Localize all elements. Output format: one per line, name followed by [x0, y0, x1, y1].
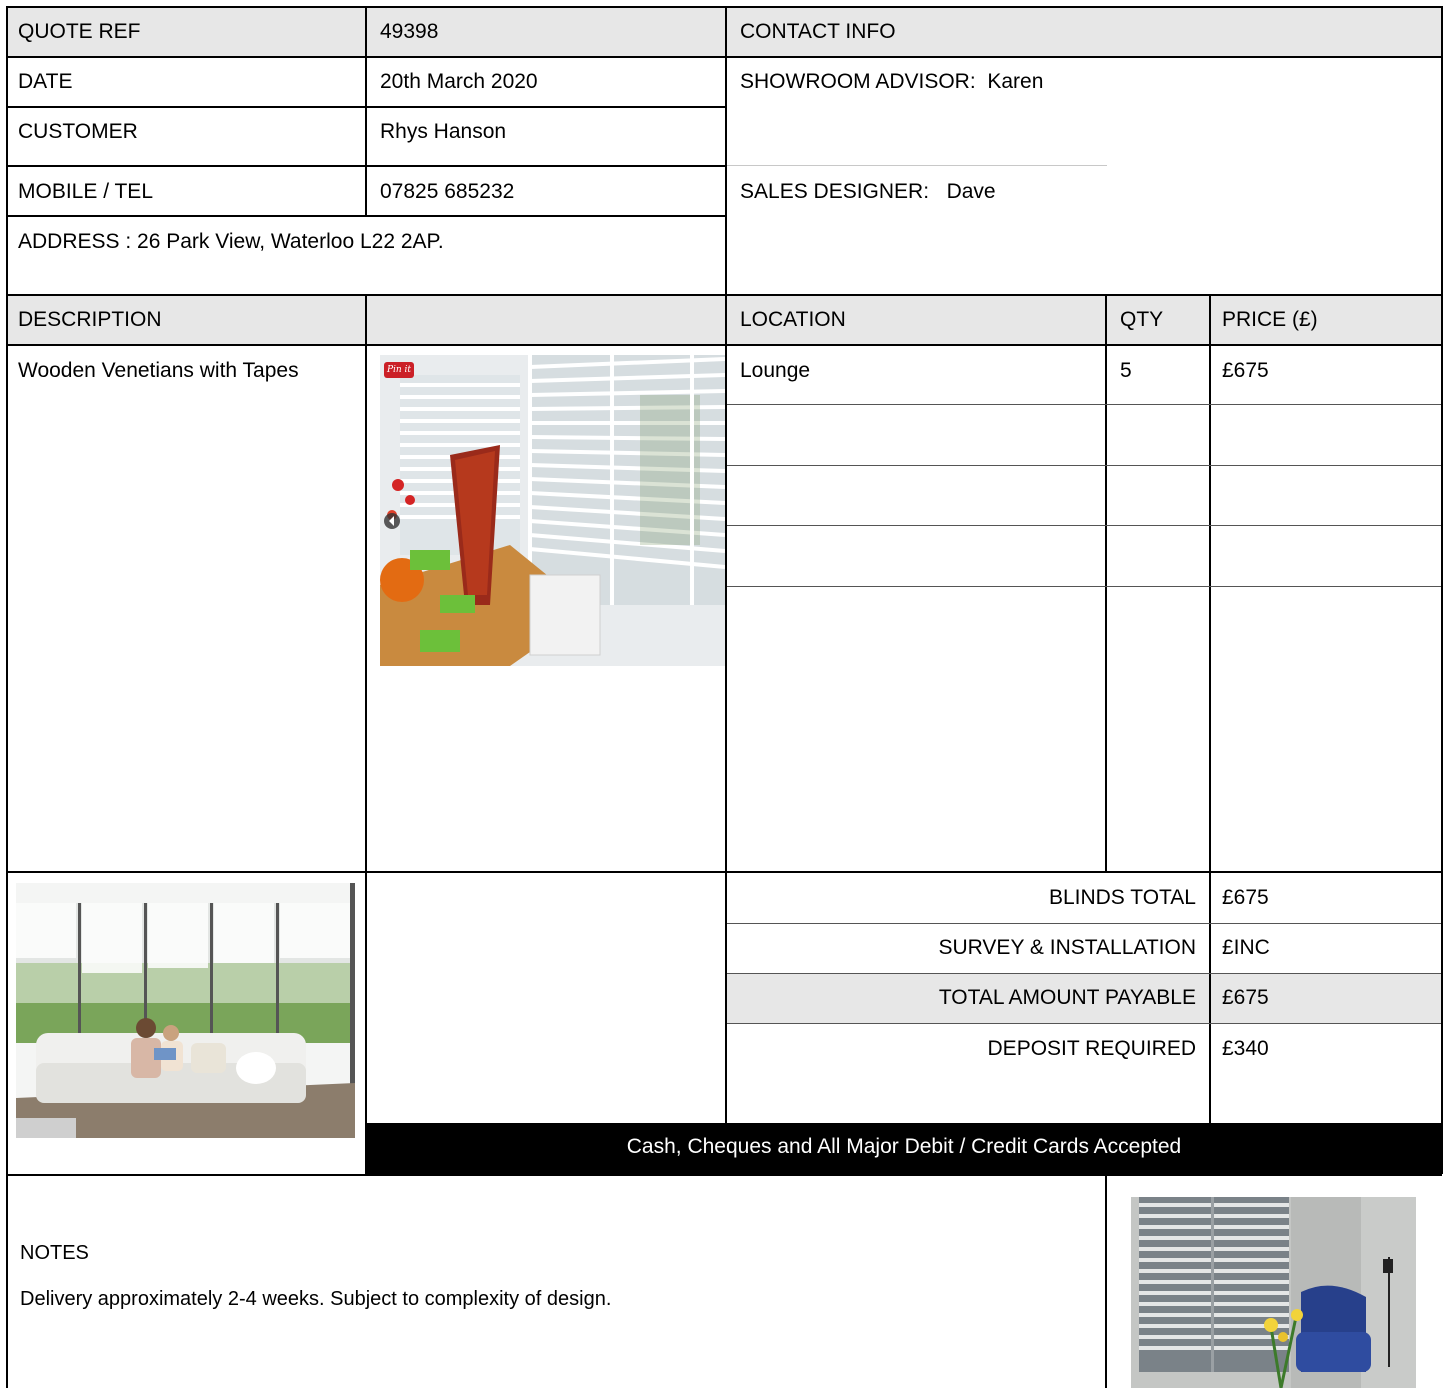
item-price: £675 — [1222, 359, 1269, 382]
venetian-blinds-photo: Pin it — [380, 355, 725, 666]
line-total-3 — [727, 1023, 1441, 1024]
roller-blinds-photo — [16, 883, 355, 1138]
line-total-2 — [727, 973, 1441, 974]
item-description: Wooden Venetians with Tapes — [18, 359, 299, 382]
blinds-total-value: £675 — [1222, 886, 1269, 909]
line-col-price — [1209, 294, 1211, 1123]
line-table-bottom — [6, 871, 1442, 873]
deposit-required-value: £340 — [1222, 1037, 1269, 1060]
sales-designer: SALES DESIGNER: Dave — [740, 180, 996, 204]
total-payable-label: TOTAL AMOUNT PAYABLE — [938, 986, 1196, 1009]
showroom-advisor-label: SHOWROOM ADVISOR: — [740, 70, 976, 93]
line-row-4 — [727, 586, 1441, 587]
total-payable-value: £675 — [1222, 986, 1269, 1009]
blinds-total-label: BLINDS TOTAL — [1048, 886, 1196, 909]
date-value: 20th March 2020 — [380, 70, 538, 93]
payment-banner: Cash, Cheques and All Major Debit / Cred… — [367, 1123, 1441, 1174]
showroom-advisor-value: Karen — [987, 70, 1044, 93]
notes-title: NOTES — [20, 1242, 89, 1264]
line-col-qty — [1105, 294, 1107, 872]
survey-installation-value: £INC — [1222, 936, 1270, 959]
item-qty: 5 — [1120, 359, 1132, 382]
line-table-top — [6, 294, 1442, 296]
line-notes-divider — [1105, 1174, 1107, 1388]
frame-right — [1441, 6, 1443, 1174]
deposit-required-label: DEPOSIT REQUIRED — [987, 1037, 1196, 1060]
line-contact-divider — [727, 165, 1107, 166]
line-col1-table — [365, 294, 367, 1175]
line-notes-top — [6, 1174, 1442, 1176]
sales-designer-value: Dave — [946, 180, 996, 203]
item-location: Lounge — [740, 359, 811, 382]
sales-designer-label: SALES DESIGNER: — [740, 180, 930, 203]
line-col-mid — [725, 6, 727, 1175]
line-header-bottom — [6, 56, 1442, 58]
customer-label: CUSTOMER — [18, 120, 138, 143]
line-table-header-bottom — [6, 344, 1442, 346]
quote-ref-label: QUOTE REF — [18, 20, 141, 43]
date-label: DATE — [18, 70, 73, 93]
payment-banner-text: Cash, Cheques and All Major Debit / Cred… — [626, 1135, 1182, 1158]
line-total-1 — [727, 923, 1441, 924]
frame-left — [6, 6, 8, 1388]
contact-info-label: CONTACT INFO — [740, 20, 896, 43]
pin-it-badge[interactable]: Pin it — [384, 362, 414, 378]
showroom-advisor: SHOWROOM ADVISOR: Karen — [740, 70, 1043, 94]
line-row-1 — [727, 404, 1441, 405]
quote-ref-value: 49398 — [380, 20, 439, 43]
col-header-price: PRICE (£) — [1222, 308, 1318, 331]
mobile-label: MOBILE / TEL — [18, 180, 153, 203]
survey-installation-label: SURVEY & INSTALLATION — [938, 936, 1196, 959]
notes-text: Delivery approximately 2-4 weeks. Subjec… — [20, 1288, 612, 1310]
col-header-description: DESCRIPTION — [18, 308, 162, 331]
line-row-3 — [727, 525, 1441, 526]
interior-blinds-photo — [1131, 1197, 1416, 1388]
header-row-bg — [7, 7, 1441, 56]
col-header-qty: QTY — [1120, 308, 1164, 331]
address-text: ADDRESS : 26 Park View, Waterloo L22 2AP… — [18, 230, 444, 253]
line-col1-header — [365, 6, 367, 216]
col-header-location: LOCATION — [740, 308, 846, 331]
frame-top — [6, 6, 1442, 8]
mobile-value: 07825 685232 — [380, 180, 515, 203]
line-row-2 — [727, 465, 1441, 466]
customer-value: Rhys Hanson — [380, 120, 507, 143]
